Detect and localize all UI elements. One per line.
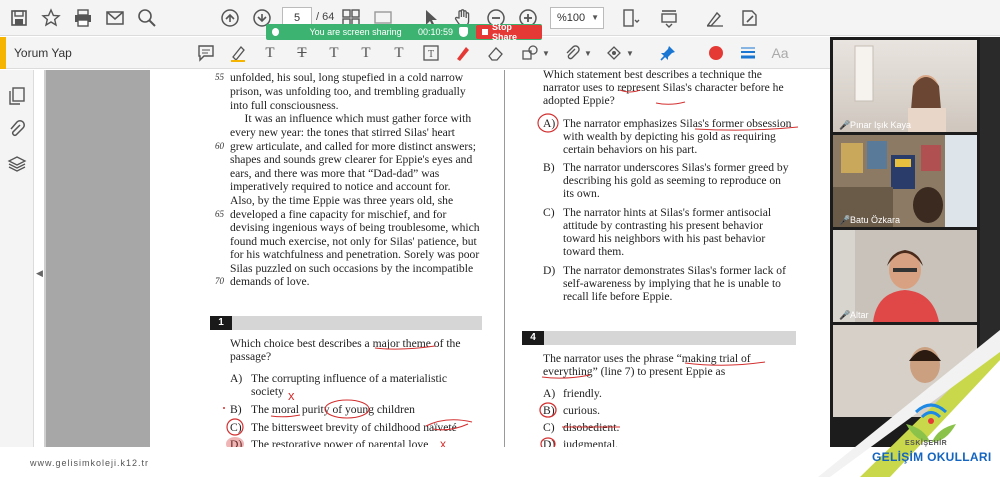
zoom-value: %100 (557, 12, 586, 24)
poster (921, 145, 941, 171)
underline-mark (374, 345, 436, 350)
save-icon[interactable] (8, 7, 30, 29)
pin-icon[interactable] (658, 43, 678, 63)
logo-school-name: GELİŞİM OKULLARI (872, 450, 992, 464)
mic-muted-icon: 🎤 (839, 214, 851, 225)
insert-text-icon[interactable]: T (356, 43, 376, 63)
color-picker-icon[interactable] (706, 43, 726, 63)
comment-toolbar: Yorum Yap T T T T T T ▼ ▼ ▼ Aa (0, 37, 830, 69)
share-timer: 00:10:59 (418, 27, 454, 37)
poster (867, 141, 887, 169)
participant-head (913, 187, 943, 223)
circle-mark (537, 113, 559, 133)
comment-accent-strip (0, 37, 6, 69)
participant-tile[interactable]: 🎤 Batu Özkara (833, 135, 977, 227)
chevron-down-icon[interactable]: ▼ (578, 43, 598, 63)
cross-mark: x (288, 388, 295, 403)
highlight-icon[interactable] (228, 43, 248, 63)
chevron-down-icon: ▼ (591, 13, 599, 22)
dot-mark (223, 407, 225, 409)
participant-name: Batu Özkara (850, 215, 901, 225)
underline-mark (694, 126, 799, 131)
logo-city: ESKİŞEHİR (905, 440, 948, 447)
svg-text:T: T (428, 49, 434, 60)
bookmark-star-icon[interactable] (40, 7, 62, 29)
mail-icon[interactable] (104, 7, 126, 29)
sign-icon[interactable] (704, 7, 726, 29)
comment-toolbar-title: Yorum Yap (14, 46, 72, 60)
participant-tile[interactable]: 🎤 Altar (833, 230, 977, 322)
stop-icon (482, 29, 488, 35)
left-navigation-pane (0, 70, 34, 447)
fill-sign-icon[interactable] (738, 7, 760, 29)
school-logo-corner: ESKİŞEHİR GELİŞİM OKULLARI (800, 330, 1000, 477)
page-up-icon[interactable] (219, 7, 241, 29)
participant-glasses (893, 268, 917, 272)
pen-icon[interactable] (453, 43, 473, 63)
stop-share-button[interactable]: Stop Share (476, 22, 542, 42)
document-gutter (46, 70, 150, 447)
underline-mark (432, 423, 469, 431)
zoom-select[interactable]: %100 ▼ (550, 7, 604, 29)
window (945, 135, 977, 227)
circle-mark (324, 399, 370, 419)
participant-tile[interactable]: 🎤 Pınar Işık Kaya (833, 40, 977, 132)
shield-icon[interactable] (459, 27, 469, 37)
underline-mark (541, 374, 591, 379)
document-page: 55 unfolded, his soul, long stupefied in… (150, 70, 830, 447)
chevron-down-icon[interactable]: ▼ (620, 43, 640, 63)
share-status-icon (272, 28, 280, 36)
page-total: / 64 (316, 11, 335, 23)
footer-website-link[interactable]: www.gelisimkoleji.k12.tr (30, 458, 149, 468)
print-icon[interactable] (72, 7, 94, 29)
stop-share-label: Stop Share (491, 22, 517, 42)
read-mode-icon[interactable] (658, 7, 680, 29)
search-zoom-icon[interactable] (136, 7, 158, 29)
layers-icon[interactable] (7, 154, 27, 174)
poster (895, 159, 911, 167)
poster (841, 143, 863, 173)
circle-mark (226, 418, 244, 436)
replace-text-icon[interactable]: T (324, 43, 344, 63)
eraser-icon[interactable] (486, 43, 506, 63)
participant-name-tag: 🎤 Pınar Işık Kaya (839, 120, 911, 130)
underline-mark (684, 361, 766, 366)
door (833, 230, 855, 322)
text-box-icon[interactable]: T (421, 43, 441, 63)
underline-mark (655, 101, 686, 105)
participant-name-tag: 🎤 Altar (839, 310, 869, 320)
sticky-note-icon[interactable] (196, 43, 216, 63)
cross-mark: x (440, 437, 446, 447)
strikethrough-text-icon[interactable]: T (292, 43, 312, 63)
participant-name-tag: 🎤 Batu Özkara (839, 215, 900, 225)
school-logo-icon (906, 403, 956, 442)
font-size-icon[interactable]: Aa (770, 43, 790, 63)
underline-text-icon[interactable]: T (260, 43, 280, 63)
mic-muted-icon: 🎤 (839, 309, 851, 320)
add-text-icon[interactable]: T (389, 43, 409, 63)
participant-body (908, 108, 946, 132)
collapse-pane-icon[interactable]: ◀ (36, 268, 43, 279)
window-frame (854, 45, 874, 102)
participant-name: Pınar Işık Kaya (850, 120, 912, 130)
share-status-text: You are screen sharing (309, 27, 402, 37)
screen-share-banner: You are screen sharing 00:10:59 Stop Sha… (266, 22, 542, 42)
line-weight-icon[interactable] (738, 43, 758, 63)
page-thumbnails-icon[interactable] (7, 86, 27, 106)
circle-mark (226, 437, 244, 447)
page-display-icon[interactable] (620, 7, 642, 29)
circle-mark (540, 437, 556, 447)
pen-annotations: x x (223, 89, 799, 447)
attachment-icon[interactable] (7, 120, 27, 140)
mic-muted-icon: 🎤 (839, 119, 851, 130)
underline-mark (270, 414, 301, 418)
circle-mark (539, 402, 557, 418)
underline-mark (619, 89, 641, 93)
chevron-down-icon[interactable]: ▼ (536, 43, 556, 63)
participant-name: Altar (850, 310, 869, 320)
